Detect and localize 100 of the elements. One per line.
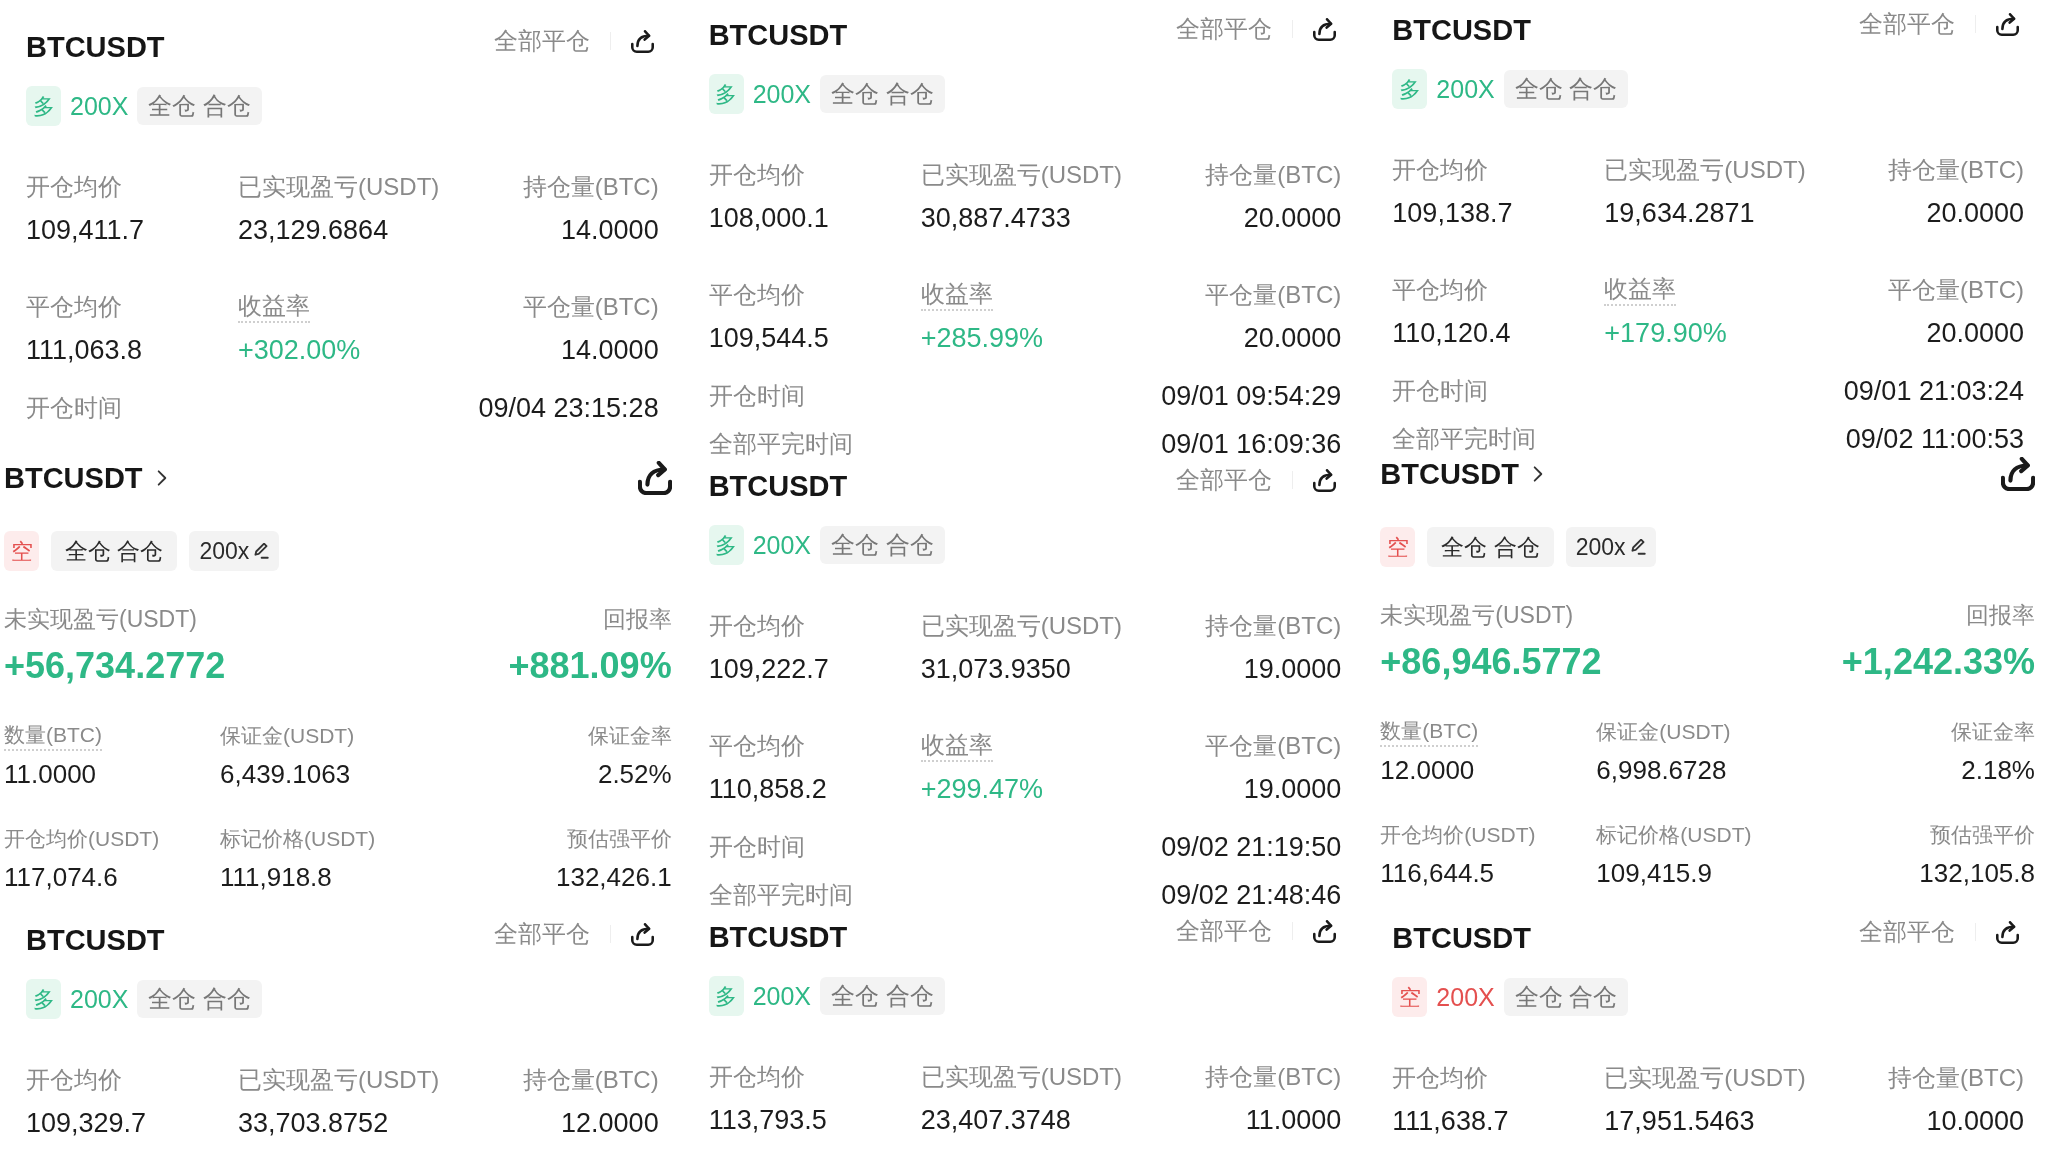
stat-value: 109,411.7: [26, 214, 145, 247]
leverage-button[interactable]: 200x: [1565, 527, 1656, 567]
time-value: 09/01 16:09:36: [1161, 429, 1342, 459]
stat-value: 20.0000: [1926, 197, 2024, 230]
share-icon[interactable]: [2001, 457, 2035, 491]
stat-label: 已实现盈亏(USDT): [238, 1065, 440, 1095]
stat-value: 20.0000: [1243, 322, 1342, 355]
share-icon[interactable]: [1996, 920, 2019, 944]
stat-value: 17,951.5463: [1604, 1105, 1755, 1138]
stat-value: 19.0000: [1243, 773, 1342, 806]
symbol-title: BTCUSDT: [26, 923, 165, 958]
pencil-icon[interactable]: [1629, 539, 1646, 555]
close-all-button[interactable]: 全部平仓: [1859, 917, 1955, 947]
share-icon[interactable]: [1313, 919, 1337, 943]
stat-value: 11.0000: [4, 758, 97, 790]
stat-value: 19.0000: [1243, 653, 1342, 686]
side-tag: 多: [26, 979, 61, 1019]
side-tag: 多: [708, 976, 744, 1016]
stat-label: 保证金(USDT): [220, 723, 355, 749]
symbol-title: BTCUSDT: [708, 18, 848, 53]
stat-label: 收益率: [920, 279, 993, 311]
leverage-label: 200X: [1436, 74, 1495, 104]
leverage-button[interactable]: 200x: [189, 531, 280, 571]
time-label: 全部平完时间: [708, 880, 853, 910]
time-value: 09/02 21:19:50: [1161, 832, 1342, 862]
stat-value: 12.0000: [1380, 754, 1475, 786]
close-all-button[interactable]: 全部平仓: [1859, 9, 1955, 39]
stat-value: 109,544.5: [708, 322, 829, 355]
stat-label: 已实现盈亏(USDT): [238, 172, 440, 202]
stat-value: +299.47%: [920, 773, 1043, 806]
stat-label: 数量(BTC): [4, 721, 102, 751]
close-all-button[interactable]: 全部平仓: [493, 919, 590, 949]
stat-label: 平仓量(BTC): [1205, 731, 1342, 761]
chevron-right-icon[interactable]: [1532, 465, 1543, 483]
stat-label: 已实现盈亏(USDT): [1604, 155, 1806, 185]
stat-label: 收益率: [238, 291, 310, 323]
share-icon[interactable]: [630, 29, 654, 53]
stat-label: 持仓量(BTC): [522, 172, 659, 202]
leverage-label: 200X: [70, 984, 129, 1014]
leverage-label: 200X: [70, 91, 129, 121]
symbol-title: BTCUSDT: [4, 462, 143, 494]
stat-value: 11.0000: [1245, 1104, 1342, 1137]
share-icon[interactable]: [1996, 12, 2019, 36]
stat-value: 23,407.3748: [920, 1104, 1071, 1137]
close-all-button[interactable]: 全部平仓: [493, 26, 590, 56]
stat-label: 平仓量(BTC): [522, 292, 659, 322]
time-value: 09/04 23:15:28: [478, 393, 659, 423]
stat-label: 持仓量(BTC): [1205, 611, 1342, 641]
margin-mode-tag: 全仓 合仓: [1503, 978, 1629, 1016]
stat-label: 标记价格(USDT): [220, 826, 376, 852]
time-value: 09/02 11:00:53: [1845, 424, 2024, 454]
close-all-button[interactable]: 全部平仓: [1176, 916, 1273, 946]
symbol-title: BTCUSDT: [1392, 13, 1531, 48]
stat-value: 108,000.1: [708, 202, 829, 235]
stat-value: 132,105.8: [1919, 857, 2035, 889]
stat-label: 持仓量(BTC): [1205, 1062, 1342, 1092]
stat-value: +285.99%: [920, 322, 1043, 355]
stat-label: 已实现盈亏(USDT): [1604, 1063, 1806, 1093]
stat-label: 已实现盈亏(USDT): [920, 611, 1122, 641]
stat-value: 109,222.7: [708, 653, 829, 686]
stat-label: 保证金率: [587, 723, 672, 749]
stat-value: +302.00%: [238, 334, 361, 367]
share-icon[interactable]: [637, 461, 672, 495]
pnl-label: 未实现盈亏(USDT): [4, 605, 197, 634]
stat-value: 117,074.6: [4, 861, 118, 893]
close-all-button[interactable]: 全部平仓: [1176, 14, 1273, 44]
share-icon[interactable]: [630, 922, 654, 946]
stat-value: 12.0000: [561, 1107, 659, 1140]
pnl-label: 未实现盈亏(USDT): [1380, 601, 1574, 630]
share-icon[interactable]: [1313, 17, 1337, 41]
share-icon[interactable]: [1313, 468, 1337, 492]
stat-value: 14.0000: [561, 214, 659, 247]
roe-value: +1,242.33%: [1841, 641, 2035, 683]
stat-value: 33,703.8752: [238, 1107, 389, 1140]
symbol-title: BTCUSDT: [1392, 921, 1531, 956]
margin-mode-tag: 全仓 合仓: [1503, 70, 1629, 108]
stat-value: 110,858.2: [708, 773, 827, 806]
stat-label: 预估强平价: [566, 826, 672, 852]
pencil-icon[interactable]: [253, 543, 270, 559]
stat-value: 111,918.8: [220, 861, 332, 893]
stat-label: 开仓均价: [1392, 155, 1489, 185]
chevron-right-icon[interactable]: [156, 469, 167, 487]
close-all-button[interactable]: 全部平仓: [1176, 465, 1273, 495]
stat-value: 10.0000: [1926, 1105, 2024, 1138]
stat-value: +179.90%: [1604, 317, 1727, 350]
stat-value: 20.0000: [1926, 317, 2024, 350]
symbol-title: BTCUSDT: [1380, 458, 1519, 490]
leverage-label: 200X: [1436, 982, 1495, 1012]
stat-label: 开仓均价: [26, 172, 122, 202]
stat-label: 保证金率: [1951, 719, 2035, 745]
stat-value: 31,073.9350: [920, 653, 1071, 686]
stat-label: 平仓量(BTC): [1888, 275, 2024, 305]
time-value: 09/02 21:48:46: [1161, 880, 1342, 910]
time-label: 开仓时间: [26, 393, 122, 423]
roe-label: 回报率: [1966, 601, 2035, 630]
time-label: 全部平完时间: [708, 429, 853, 459]
side-tag: 空: [1392, 977, 1428, 1017]
side-tag: 多: [1392, 69, 1428, 109]
leverage-label: 200X: [752, 530, 812, 560]
stat-label: 持仓量(BTC): [1888, 1063, 2024, 1093]
